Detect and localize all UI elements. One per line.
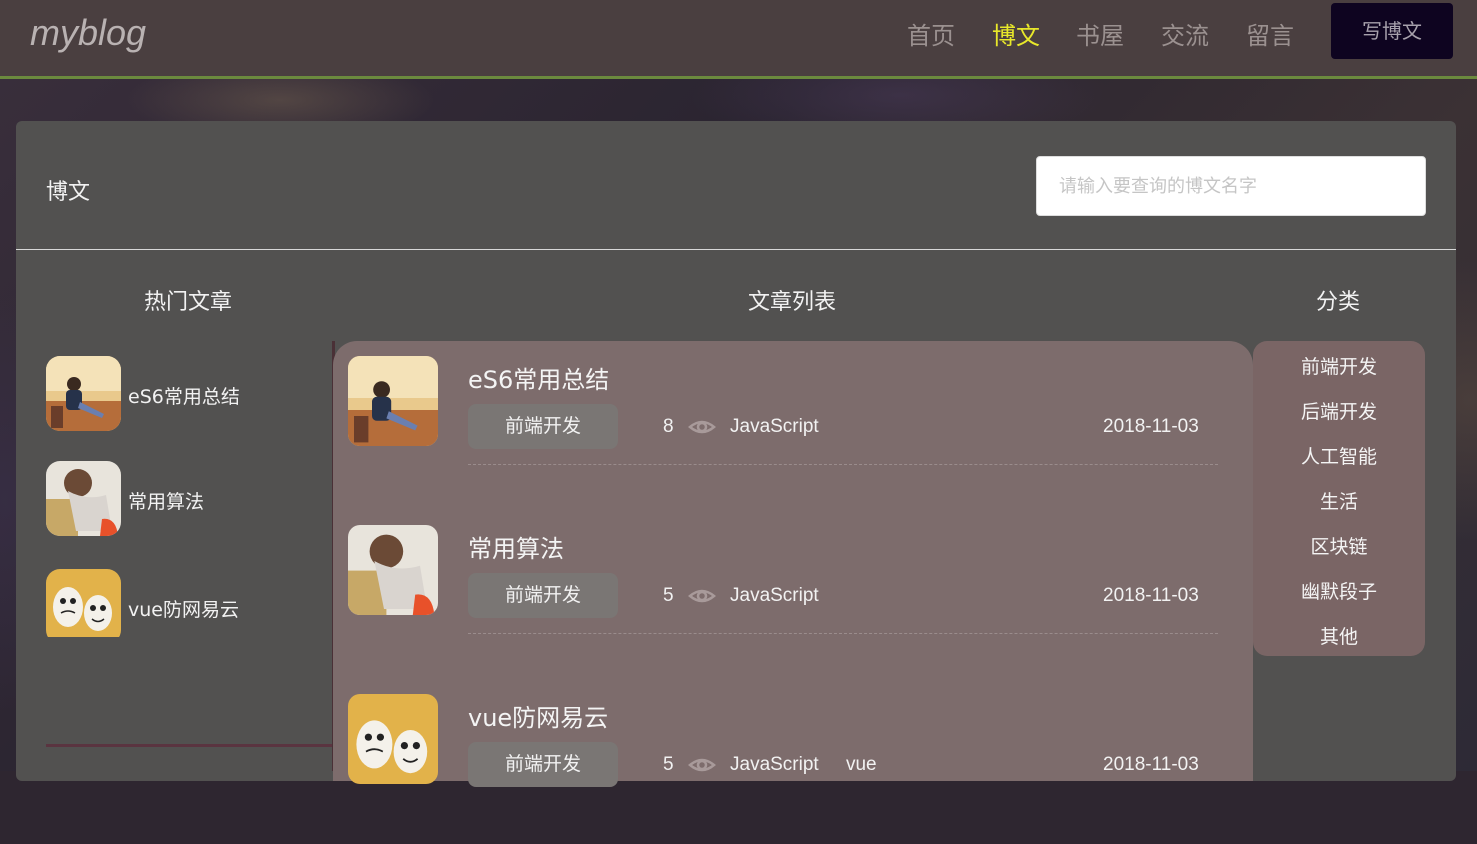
category-item[interactable]: 前端开发 [1253, 352, 1425, 379]
article-title[interactable]: vue防网易云 [468, 698, 608, 733]
category-item[interactable]: 幽默段子 [1253, 577, 1425, 604]
category-item[interactable]: 生活 [1253, 487, 1425, 514]
nav-bookstore[interactable]: 书屋 [1076, 16, 1124, 51]
eggs-faces-photo [46, 569, 121, 644]
eye-icon [688, 589, 716, 603]
article-category-tag[interactable]: 前端开发 [468, 404, 618, 449]
category-heading: 分类 [1316, 290, 1361, 315]
view-count: 5 [663, 754, 674, 775]
hot-article-title[interactable]: 常用算法 [128, 487, 204, 514]
article-tags: JavaScript vue [730, 754, 877, 775]
hot-article-item[interactable]: vue防网易云 [46, 569, 306, 645]
nav-home[interactable]: 首页 [907, 16, 955, 51]
site-logo[interactable]: myblog [30, 12, 146, 54]
article-item[interactable]: eS6常用总结 前端开发 8 JavaScript 2018-11-03 [348, 356, 1228, 506]
article-title[interactable]: 常用算法 [468, 529, 564, 564]
search-input[interactable] [1036, 156, 1426, 216]
article-item[interactable]: vue防网易云 前端开发 5 JavaScript vue 2018-11-03 [348, 694, 1228, 844]
article-separator [468, 633, 1218, 634]
article-title[interactable]: eS6常用总结 [468, 360, 609, 395]
category-item[interactable]: 后端开发 [1253, 397, 1425, 424]
article-tags: JavaScript [730, 585, 819, 606]
article-list-heading: 文章列表 [748, 290, 837, 315]
article-tags: JavaScript [730, 416, 819, 437]
article-date: 2018-11-03 [1103, 416, 1199, 437]
category-item[interactable]: 其他 [1253, 622, 1425, 649]
write-blog-button[interactable]: 写博文 [1331, 3, 1453, 59]
panel-divider [16, 249, 1456, 250]
hot-list-divider [46, 744, 334, 747]
article-category-tag[interactable]: 前端开发 [468, 573, 618, 618]
article-item[interactable]: 常用算法 前端开发 5 JavaScript 2018-11-03 [348, 525, 1228, 675]
nav-blog[interactable]: 博文 [992, 16, 1040, 51]
article-category-tag[interactable]: 前端开发 [468, 742, 618, 787]
view-count: 8 [663, 416, 674, 437]
view-count: 5 [663, 585, 674, 606]
eye-icon [688, 758, 716, 772]
girl-suitcase-photo [46, 461, 121, 536]
top-navbar: myblog 首页 博文 书屋 交流 留言 写博文 [0, 0, 1477, 79]
nav-message[interactable]: 留言 [1246, 16, 1294, 51]
article-date: 2018-11-03 [1103, 754, 1199, 775]
article-date: 2018-11-03 [1103, 585, 1199, 606]
hot-article-item[interactable]: eS6常用总结 [46, 356, 306, 432]
category-item[interactable]: 区块链 [1253, 532, 1425, 559]
girl-suitcase-photo [348, 525, 438, 615]
hot-article-item[interactable]: 常用算法 [46, 461, 306, 537]
hot-articles-heading: 热门文章 [144, 290, 233, 315]
eye-icon [688, 420, 716, 434]
page-title: 博文 [46, 180, 91, 205]
hot-article-title[interactable]: eS6常用总结 [128, 382, 240, 409]
category-item[interactable]: 人工智能 [1253, 442, 1425, 469]
autumn-girl-photo [348, 356, 438, 446]
article-separator [468, 464, 1218, 465]
nav-exchange[interactable]: 交流 [1161, 16, 1209, 51]
hot-article-title[interactable]: vue防网易云 [128, 595, 239, 622]
autumn-girl-photo [46, 356, 121, 431]
